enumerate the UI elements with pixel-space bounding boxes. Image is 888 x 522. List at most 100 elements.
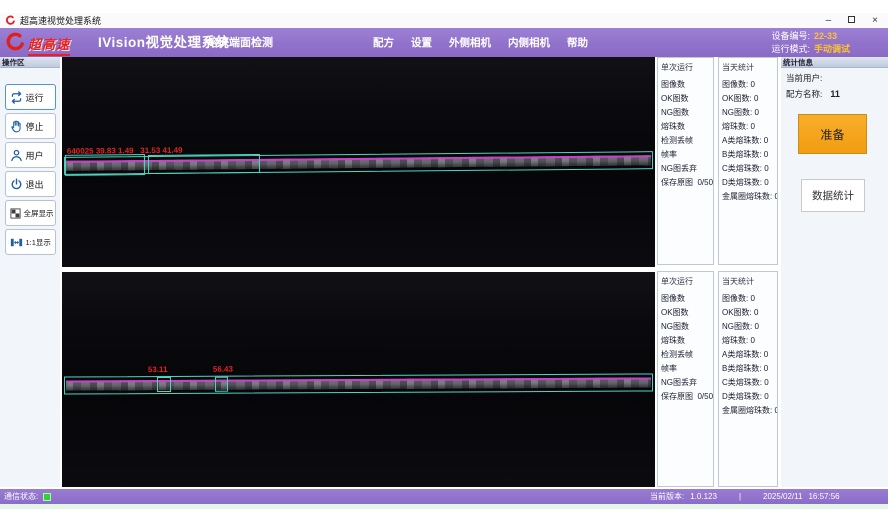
one-to-one-icon [9, 235, 24, 250]
status-date: 2025/02/11 [763, 492, 802, 501]
single-run-stats-box-1: 单次运行 图像数OK图数NG图数熔珠数检测丢帧帧率NG图丢弃保存原图 0/500 [657, 57, 714, 265]
stat-row: 保存原图 0/500 [661, 390, 713, 404]
product-strip-top: 640025 39.83 1.49 31.53 41.49 [64, 151, 653, 175]
stat-row: 金属圈熔珠数: 0 [722, 190, 777, 204]
single-run-title: 单次运行 [661, 62, 713, 73]
run-mode-value: 手动调试 [814, 43, 850, 56]
stat-row: OK图数: 0 [722, 306, 777, 320]
stat-row: 熔珠数 [661, 334, 713, 348]
stat-row: NG图数 [661, 320, 713, 334]
recipe-name-value: 11 [830, 89, 840, 99]
stat-row: 熔珠数: 0 [722, 120, 777, 134]
minimize-button[interactable]: – [826, 13, 832, 28]
detection-subbox [65, 154, 145, 176]
stat-row: A类熔珠数: 0 [722, 134, 777, 148]
stop-label: 停止 [26, 120, 44, 133]
current-user-label: 当前用户: [781, 68, 888, 84]
brand-swirl-icon [4, 31, 27, 54]
stat-row: 检测丢帧 [661, 134, 713, 148]
daily-stats-box-2: 当天统计 图像数: 0OK图数: 0NG图数: 0熔珠数: 0A类熔珠数: 0B… [718, 271, 778, 487]
statistics-panel: 统计信息 当前用户: 配方名称: 11 准备 数据统计 [781, 57, 888, 487]
device-id-value: 22-33 [814, 30, 837, 43]
menu-item-settings[interactable]: 设置 [411, 35, 432, 50]
stat-row: NG图数 [661, 106, 713, 120]
comm-status-indicator [43, 493, 51, 501]
stat-row: 图像数 [661, 78, 713, 92]
stat-row: OK图数 [661, 92, 713, 106]
main-menu: 配方 设置 外侧相机 内侧相机 帮助 [373, 28, 588, 57]
user-icon [9, 148, 24, 163]
menu-item-help[interactable]: 帮助 [567, 35, 588, 50]
one-to-one-label: 1:1显示 [26, 237, 51, 248]
measurement-value: 53.11 [148, 365, 168, 374]
ready-button[interactable]: 准备 [798, 114, 867, 154]
stat-row: 检测丢帧 [661, 348, 713, 362]
app-window: 超高速视觉处理系统 – × 超高速 IVision视觉处理系统 熔珠端面检测 配… [0, 0, 888, 522]
operation-sidebar: 操作区 运行 停止 用户 [0, 57, 60, 487]
menu-item-inner-camera[interactable]: 内侧相机 [508, 35, 550, 50]
close-button[interactable]: × [872, 13, 878, 28]
comm-status-label: 通信状态: [4, 491, 38, 502]
maximize-button[interactable] [848, 13, 855, 28]
stat-row: A类熔珠数: 0 [722, 348, 777, 362]
stat-row: D类熔珠数: 0 [722, 390, 777, 404]
maximize-icon [848, 16, 855, 23]
stat-row: 熔珠数 [661, 120, 713, 134]
stop-button[interactable]: 停止 [5, 113, 56, 139]
stat-row: B类熔珠数: 0 [722, 148, 777, 162]
daily-stats-title: 当天统计 [722, 276, 777, 287]
app-header: 超高速 IVision视觉处理系统 熔珠端面检测 配方 设置 外侧相机 内侧相机… [0, 28, 888, 57]
window-bottom-edge [0, 504, 888, 509]
data-statistics-button[interactable]: 数据统计 [801, 179, 865, 212]
single-run-stats-box-2: 单次运行 图像数OK图数NG图数熔珠数检测丢帧帧率NG图丢弃保存原图 0/500 [657, 271, 714, 487]
recipe-name-label: 配方名称: [786, 89, 822, 99]
user-label: 用户 [26, 149, 44, 162]
version-label: 当前版本: [650, 491, 684, 502]
stat-row: B类熔珠数: 0 [722, 362, 777, 376]
run-button[interactable]: 运行 [5, 84, 56, 110]
stat-row: NG图数: 0 [722, 106, 777, 120]
measurement-annotation: 640025 39.83 1.49 31.53 41.49 [67, 146, 183, 156]
status-separator: | [739, 492, 741, 501]
exit-button[interactable]: 退出 [5, 171, 56, 197]
detection-subbox [215, 377, 228, 392]
stat-row: 帧率 [661, 148, 713, 162]
stat-row: 图像数: 0 [722, 292, 777, 306]
window-titlebar: 超高速视觉处理系统 – × [0, 13, 888, 28]
fullscreen-button[interactable]: 全屏显示 [5, 200, 56, 226]
menu-item-recipe[interactable]: 配方 [373, 35, 394, 50]
stat-row: 图像数 [661, 292, 713, 306]
version-value: 1.0.123 [690, 492, 717, 501]
brand-name: 超高速 [28, 34, 70, 56]
run-label: 运行 [26, 91, 44, 104]
run-icon [9, 90, 24, 105]
product-strip-bottom: 53.11 56.43 [64, 373, 653, 394]
detection-subbox [148, 154, 260, 174]
stat-row: 图像数: 0 [722, 78, 777, 92]
status-time: 16:57:56 [808, 492, 839, 501]
camera-view-bottom: 53.11 56.43 [62, 272, 655, 487]
measurement-value: 56.43 [213, 365, 233, 374]
single-run-title: 单次运行 [661, 276, 713, 287]
app-subtitle: 熔珠端面检测 [207, 28, 273, 57]
stat-row: 帧率 [661, 362, 713, 376]
user-button[interactable]: 用户 [5, 142, 56, 168]
daily-stats-title: 当天统计 [722, 62, 777, 73]
stat-row: NG图丢弃 [661, 162, 713, 176]
device-info: 设备编号: 22-33 运行模式: 手动调试 [764, 30, 850, 56]
status-bar: 通信状态: 当前版本: 1.0.123 | 2025/02/11 16:57:5… [0, 489, 888, 504]
stat-row: D类熔珠数: 0 [722, 176, 777, 190]
device-id-label: 设备编号: [764, 30, 810, 43]
daily-stats-box-1: 当天统计 图像数: 0OK图数: 0NG图数: 0熔珠数: 0A类熔珠数: 0B… [718, 57, 778, 265]
stat-row: 熔珠数: 0 [722, 334, 777, 348]
stat-row: NG图数: 0 [722, 320, 777, 334]
fullscreen-icon [9, 207, 22, 220]
stat-row: 保存原图 0/500 [661, 176, 713, 190]
menu-item-outer-camera[interactable]: 外侧相机 [449, 35, 491, 50]
statistics-panel-title: 统计信息 [781, 57, 888, 68]
stat-row: OK图数: 0 [722, 92, 777, 106]
one-to-one-button[interactable]: 1:1显示 [5, 229, 56, 255]
run-mode-label: 运行模式: [764, 43, 810, 56]
window-title: 超高速视觉处理系统 [20, 15, 101, 28]
fullscreen-label: 全屏显示 [24, 208, 54, 219]
